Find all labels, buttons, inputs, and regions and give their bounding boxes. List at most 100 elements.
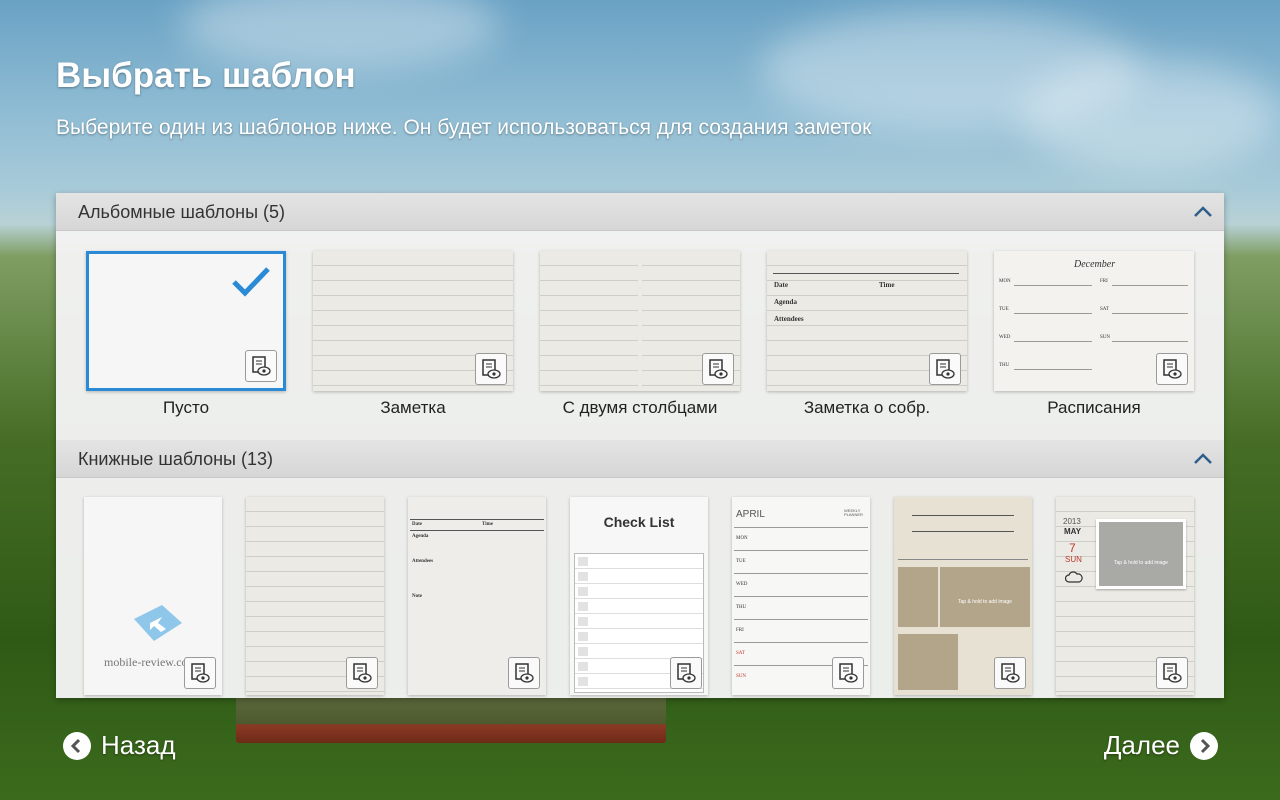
tap-hold-text: Tap & hold to add image bbox=[958, 599, 1012, 605]
rule bbox=[734, 619, 868, 620]
thumb-text: Note bbox=[412, 594, 422, 599]
chevron-right-icon bbox=[1190, 731, 1218, 760]
thumb-text: SUN bbox=[1065, 555, 1082, 564]
template-thumb-two-columns[interactable] bbox=[540, 251, 740, 391]
thumb-text: SUN bbox=[1100, 335, 1111, 340]
preview-button[interactable] bbox=[475, 353, 507, 385]
thumb-text: MON bbox=[999, 279, 1011, 284]
cloud-weather-icon bbox=[1065, 571, 1083, 583]
rule bbox=[912, 515, 1014, 516]
cloud bbox=[1020, 60, 1280, 170]
thumb-text: THU bbox=[736, 605, 747, 610]
rule bbox=[1112, 341, 1188, 342]
rule bbox=[410, 519, 544, 520]
page-subtitle: Выберите один из шаблонов ниже. Он будет… bbox=[56, 116, 872, 139]
rule bbox=[1112, 285, 1188, 286]
book-thumb-checklist[interactable]: Check List bbox=[570, 497, 708, 695]
rule bbox=[1112, 313, 1188, 314]
thumb-text: Date bbox=[774, 281, 788, 289]
preview-button[interactable] bbox=[670, 657, 702, 689]
thumb-text: December bbox=[1074, 259, 1116, 270]
thumb-text: Date bbox=[412, 522, 422, 527]
preview-eye-icon bbox=[482, 359, 501, 379]
thumb-text: Time bbox=[879, 281, 895, 289]
check-icon bbox=[232, 267, 270, 297]
rule bbox=[734, 573, 868, 574]
template-thumb-meeting[interactable]: Date Time Agenda Attendees bbox=[767, 251, 967, 391]
rule bbox=[734, 550, 868, 551]
thumb-text: FRI bbox=[1100, 279, 1108, 284]
thumb-text: WEEKLY PLANNER bbox=[844, 508, 863, 517]
thumb-text: TUE bbox=[999, 307, 1009, 312]
thumb-text: Time bbox=[482, 522, 494, 527]
thumb-text: SAT bbox=[1100, 307, 1109, 312]
book-thumb-blank[interactable]: mobile-review.com bbox=[84, 497, 222, 695]
rule bbox=[1014, 285, 1092, 286]
thumb-text: THU bbox=[999, 363, 1010, 368]
thumb-text: WED bbox=[999, 335, 1011, 340]
template-label: Расписания bbox=[1047, 398, 1141, 417]
template-thumb-note[interactable] bbox=[313, 251, 513, 391]
book-thumb-lined[interactable] bbox=[246, 497, 384, 695]
section-title: Книжные шаблоны (13) bbox=[78, 449, 273, 469]
preview-eye-icon bbox=[515, 663, 534, 683]
thumb-text: Attendees bbox=[774, 315, 804, 323]
chevron-up-icon[interactable] bbox=[1192, 201, 1214, 223]
image-placeholder[interactable]: Tap & hold to add image bbox=[940, 567, 1030, 627]
thumb-text: Agenda bbox=[774, 298, 797, 306]
preview-eye-icon bbox=[1163, 663, 1182, 683]
template-label: Пусто bbox=[162, 398, 210, 417]
tap-hold-text: Tap & hold to add image bbox=[1114, 560, 1168, 566]
thumb-text: SAT bbox=[736, 651, 745, 656]
thumb-text: WED bbox=[736, 582, 748, 587]
checklist-title: Check List bbox=[603, 514, 675, 530]
watermark-logo bbox=[134, 605, 182, 641]
preview-eye-icon bbox=[677, 663, 696, 683]
templates-panel: Альбомные шаблоны (5) Пусто Заметка С дв… bbox=[56, 193, 1224, 698]
rule bbox=[1014, 341, 1092, 342]
chevron-up-icon[interactable] bbox=[1192, 448, 1214, 470]
preview-button[interactable] bbox=[508, 657, 540, 689]
preview-button[interactable] bbox=[1156, 353, 1188, 385]
book-thumb-photo[interactable]: Tap & hold to add image bbox=[894, 497, 1032, 695]
preview-eye-icon bbox=[839, 663, 858, 683]
rule bbox=[734, 596, 868, 597]
preview-button[interactable] bbox=[929, 353, 961, 385]
thumb-text: MAY bbox=[1064, 527, 1082, 536]
rule bbox=[912, 531, 1014, 532]
rule bbox=[773, 273, 959, 274]
image-placeholder[interactable] bbox=[898, 634, 958, 690]
rule bbox=[1014, 369, 1092, 370]
preview-button[interactable] bbox=[994, 657, 1026, 689]
section-header-landscape[interactable]: Альбомные шаблоны (5) bbox=[56, 193, 1224, 231]
preview-button[interactable] bbox=[1156, 657, 1188, 689]
book-thumb-weekly[interactable]: APRIL WEEKLY PLANNER MON TUE WED THU FRI… bbox=[732, 497, 870, 695]
rule bbox=[734, 527, 868, 528]
back-label: Назад bbox=[101, 730, 176, 760]
thumb-text: FRI bbox=[736, 628, 744, 633]
template-thumb-blank[interactable] bbox=[86, 251, 286, 391]
preview-eye-icon bbox=[1001, 663, 1020, 683]
next-button[interactable]: Далее bbox=[1104, 730, 1218, 761]
preview-eye-icon bbox=[252, 356, 271, 376]
rule bbox=[734, 642, 868, 643]
watermark-text: mobile-review.com bbox=[104, 655, 197, 669]
template-label: С двумя столбцами bbox=[562, 398, 718, 417]
back-button[interactable]: Назад bbox=[63, 730, 176, 761]
image-placeholder[interactable]: Tap & hold to add image bbox=[1096, 519, 1186, 589]
book-thumb-diary[interactable]: 2013 MAY 7 SUN Tap & hold to add image bbox=[1056, 497, 1194, 695]
column-divider bbox=[638, 251, 642, 391]
preview-button[interactable] bbox=[832, 657, 864, 689]
section-header-book[interactable]: Книжные шаблоны (13) bbox=[56, 440, 1224, 478]
preview-button[interactable] bbox=[184, 657, 216, 689]
template-label: Заметка bbox=[380, 398, 446, 417]
book-thumb-meeting[interactable]: Date Time Agenda Attendees Note bbox=[408, 497, 546, 695]
image-placeholder[interactable] bbox=[898, 567, 938, 627]
preview-eye-icon bbox=[936, 359, 955, 379]
thumb-text: MON bbox=[736, 536, 748, 541]
preview-button[interactable] bbox=[245, 350, 277, 382]
section-title: Альбомные шаблоны (5) bbox=[78, 202, 286, 222]
preview-button[interactable] bbox=[702, 353, 734, 385]
preview-button[interactable] bbox=[346, 657, 378, 689]
template-thumb-schedule[interactable]: December MON FRI TUE SAT WED SUN THU bbox=[994, 251, 1194, 391]
